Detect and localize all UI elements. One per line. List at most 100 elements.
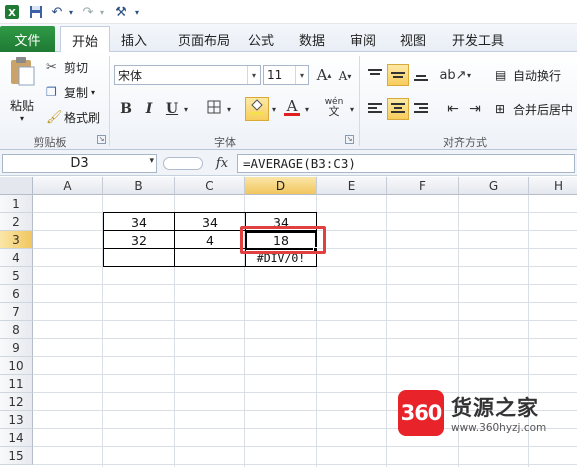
cell-c3[interactable]: 4: [175, 231, 245, 249]
tab-insert[interactable]: 插入: [113, 26, 155, 52]
shrink-font-button[interactable]: A ▾: [334, 65, 356, 87]
bold-button[interactable]: B: [115, 98, 137, 120]
name-box[interactable]: D3 ▾: [2, 154, 157, 173]
grow-font-button[interactable]: A ▴: [313, 64, 335, 86]
row-header[interactable]: 11: [0, 375, 33, 393]
row-header-selected[interactable]: 3: [0, 231, 33, 249]
orientation-button[interactable]: ab↗: [439, 64, 466, 86]
row-header[interactable]: 14: [0, 429, 33, 447]
tab-review[interactable]: 审阅: [344, 26, 382, 52]
tab-home[interactable]: 开始: [60, 26, 110, 53]
orientation-dropdown-icon[interactable]: ▾: [464, 64, 474, 86]
copy-button[interactable]: ❐ 复制 ▾: [46, 83, 95, 101]
insert-function-button[interactable]: fx: [210, 154, 234, 173]
tab-formulas[interactable]: 公式: [244, 26, 278, 52]
font-name-combo[interactable]: 宋体 ▾: [114, 65, 261, 85]
redo-icon[interactable]: ↷: [80, 3, 96, 21]
column-header-h[interactable]: H: [529, 177, 577, 195]
row-header[interactable]: 12: [0, 393, 33, 411]
cell-b2[interactable]: 34: [104, 213, 174, 231]
merge-center-button[interactable]: ⊞ 合并后居中: [495, 100, 573, 118]
row-header[interactable]: 15: [0, 447, 33, 465]
quick-access-toolbar: X ↶ ▾ ↷ ▾ ⚒ ▾: [0, 0, 577, 24]
customize-qat-icon[interactable]: ▾: [132, 3, 142, 21]
column-header-e[interactable]: E: [317, 177, 387, 195]
tab-developer[interactable]: 开发工具: [446, 26, 510, 52]
fill-color-dropdown-icon[interactable]: ▾: [269, 98, 279, 120]
tab-page-layout[interactable]: 页面布局: [164, 26, 244, 52]
decrease-indent-button[interactable]: ⇤: [442, 98, 464, 120]
gridline: [33, 464, 577, 465]
gridline: [33, 320, 577, 321]
row-header[interactable]: 8: [0, 321, 33, 339]
gridline: [386, 195, 387, 467]
font-color-dropdown-icon[interactable]: ▾: [302, 98, 312, 120]
column-header-f[interactable]: F: [387, 177, 459, 195]
excel-icon[interactable]: X: [3, 3, 21, 21]
row-header[interactable]: 10: [0, 357, 33, 375]
cell-c2[interactable]: 34: [175, 213, 245, 231]
tab-data[interactable]: 数据: [292, 26, 332, 52]
cut-label: 剪切: [64, 60, 89, 75]
clipboard-launcher-icon[interactable]: ↘: [97, 135, 106, 144]
borders-button[interactable]: [203, 98, 225, 120]
row-header[interactable]: 9: [0, 339, 33, 357]
column-header-b[interactable]: B: [103, 177, 175, 195]
chevron-down-icon[interactable]: ▾: [247, 66, 260, 84]
format-painter-button[interactable]: 🖌 格式刷: [46, 108, 100, 126]
align-top-button[interactable]: [364, 64, 386, 86]
format-painter-label: 格式刷: [64, 110, 101, 125]
column-header-g[interactable]: G: [459, 177, 529, 195]
undo-dropdown-icon[interactable]: ▾: [66, 3, 76, 21]
save-icon[interactable]: [27, 3, 45, 21]
phonetic-icon: 文: [328, 105, 340, 118]
gridline: [33, 356, 577, 357]
italic-button[interactable]: I: [138, 98, 160, 120]
watermark: 360 货源之家 www.360hyzj.com: [398, 390, 577, 442]
tools-icon[interactable]: ⚒: [112, 3, 130, 21]
paste-button[interactable]: 粘贴 ▾: [4, 56, 40, 128]
row-header[interactable]: 7: [0, 303, 33, 321]
align-right-button[interactable]: [410, 98, 432, 120]
align-middle-icon: [391, 72, 405, 78]
font-color-button[interactable]: A: [281, 96, 303, 118]
row-header[interactable]: 4: [0, 249, 33, 267]
font-size-combo[interactable]: 11 ▾: [263, 65, 309, 85]
column-header-d[interactable]: D: [245, 177, 317, 195]
gridline: [33, 284, 577, 285]
tab-view[interactable]: 视图: [394, 26, 432, 52]
column-header-c[interactable]: C: [175, 177, 245, 195]
font-group-label: 字体: [214, 136, 236, 149]
wrap-text-button[interactable]: ▤ 自动换行: [495, 66, 561, 84]
font-launcher-icon[interactable]: ↘: [345, 135, 354, 144]
underline-dropdown-icon[interactable]: ▾: [180, 98, 192, 120]
row-header[interactable]: 5: [0, 267, 33, 285]
align-left-button[interactable]: [364, 98, 386, 120]
chevron-down-icon[interactable]: ▾: [149, 156, 154, 166]
shrink-font-icon: A: [338, 69, 348, 83]
cut-button[interactable]: ✂ 剪切: [46, 58, 88, 76]
cell-b3[interactable]: 32: [104, 231, 174, 249]
phonetic-dropdown-icon[interactable]: ▾: [347, 98, 357, 120]
row-header[interactable]: 6: [0, 285, 33, 303]
column-header-a[interactable]: A: [33, 177, 103, 195]
ribbon-home: 粘贴 ▾ ✂ 剪切 ❐ 复制 ▾ 🖌 格式刷 剪贴板 ↘ 宋体 ▾ 11 ▾ A…: [0, 52, 577, 150]
row-header[interactable]: 13: [0, 411, 33, 429]
row-header[interactable]: 1: [0, 195, 33, 213]
align-center-button[interactable]: [387, 98, 409, 120]
increase-indent-button[interactable]: ⇥: [464, 98, 486, 120]
chevron-down-icon[interactable]: ▾: [295, 66, 308, 84]
tab-file[interactable]: 文件: [0, 26, 55, 52]
formula-input[interactable]: =AVERAGE(B3:C3): [237, 154, 575, 173]
align-middle-button[interactable]: [387, 64, 409, 86]
borders-dropdown-icon[interactable]: ▾: [223, 98, 235, 120]
row-header[interactable]: 2: [0, 213, 33, 231]
fill-color-button[interactable]: [245, 97, 269, 121]
format-painter-icon: 🖌: [46, 109, 63, 125]
formula-bar-splitter[interactable]: [163, 157, 203, 170]
select-all-corner[interactable]: [0, 177, 33, 195]
align-bottom-button[interactable]: [410, 64, 432, 86]
undo-icon[interactable]: ↶: [49, 3, 65, 21]
redo-dropdown-icon[interactable]: ▾: [97, 3, 107, 21]
phonetic-button[interactable]: wén 文: [321, 96, 347, 118]
